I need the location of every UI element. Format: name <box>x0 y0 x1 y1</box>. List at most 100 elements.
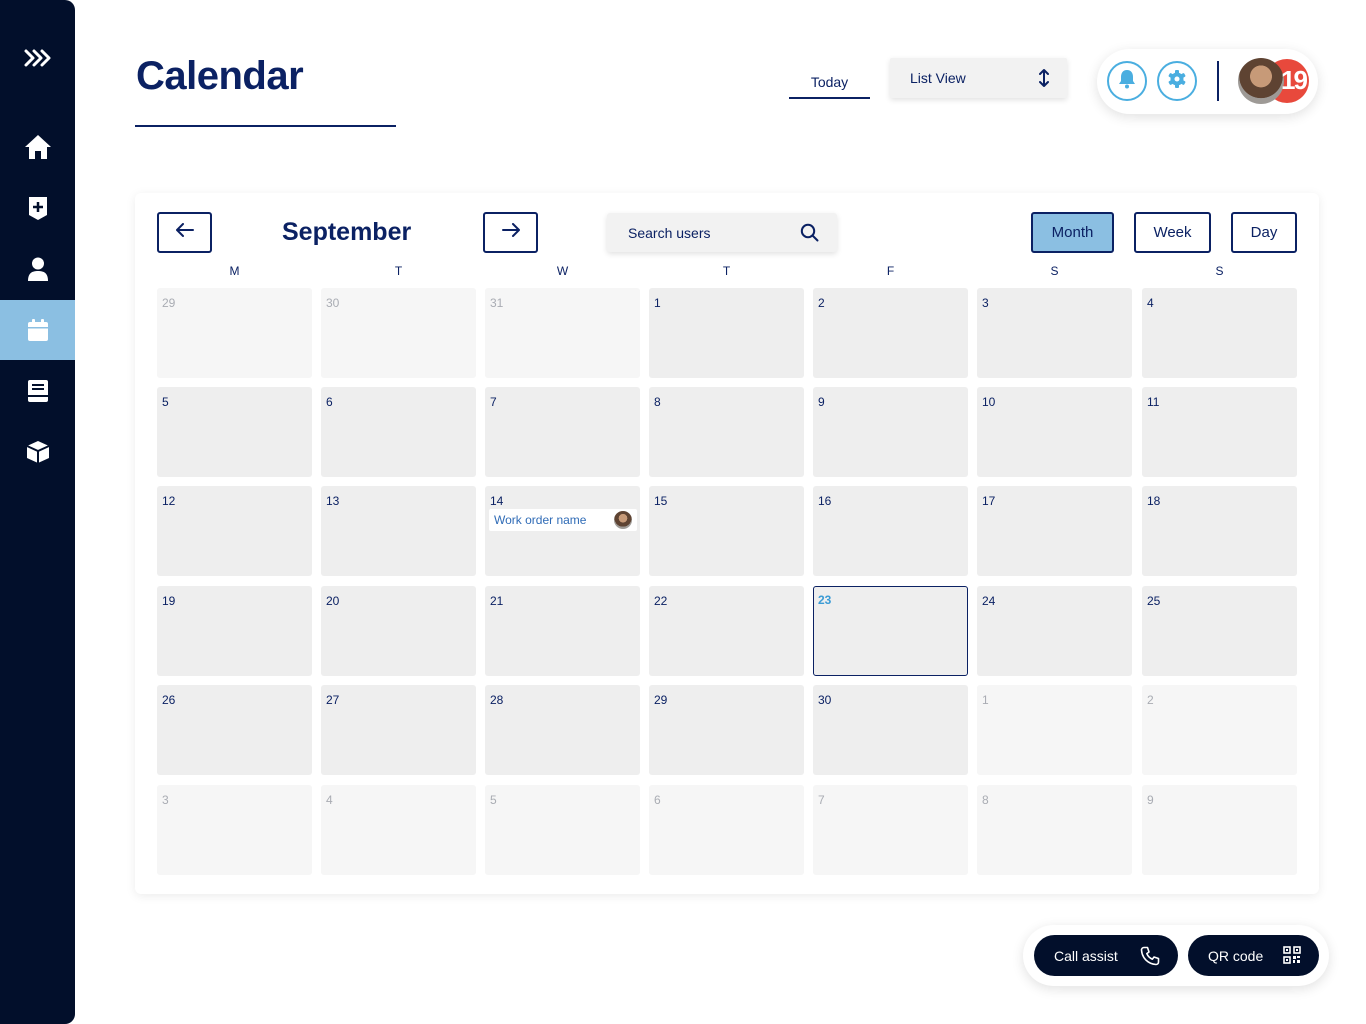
calendar-day-outside-month[interactable]: 2 <box>1142 685 1297 775</box>
day-number: 7 <box>490 395 497 409</box>
day-number: 31 <box>490 296 504 310</box>
weekday-label: M <box>229 264 240 278</box>
day-number: 28 <box>490 693 504 707</box>
calendar-day-outside-month[interactable]: 29 <box>157 288 312 378</box>
prev-month-button[interactable] <box>157 212 212 253</box>
user-avatar[interactable] <box>1238 58 1284 104</box>
sidebar <box>0 0 75 1024</box>
day-number: 1 <box>982 693 989 707</box>
sidebar-item-medical[interactable] <box>0 178 75 238</box>
calendar-day[interactable]: 27 <box>321 685 476 775</box>
calendar-day[interactable]: 14 Work order name <box>485 486 640 576</box>
search-icon[interactable] <box>800 223 819 245</box>
calendar-day-outside-month[interactable]: 3 <box>157 785 312 875</box>
calendar-day[interactable]: 6 <box>321 387 476 477</box>
day-number: 8 <box>982 793 989 807</box>
calendar-day-outside-month[interactable]: 31 <box>485 288 640 378</box>
calendar-day[interactable]: 30 <box>813 685 968 775</box>
home-icon <box>24 134 52 160</box>
sidebar-item-inventory[interactable] <box>0 422 75 482</box>
calendar-day-outside-month[interactable]: 9 <box>1142 785 1297 875</box>
settings-button[interactable] <box>1157 61 1197 101</box>
day-number: 10 <box>982 395 996 409</box>
day-number: 1 <box>654 296 661 310</box>
calendar-day[interactable]: 28 <box>485 685 640 775</box>
calendar-day[interactable]: 24 <box>977 586 1132 676</box>
event-assignee-avatar <box>614 511 632 529</box>
day-number: 23 <box>818 593 832 607</box>
app-root: Calendar Today List View 19 September Se… <box>0 0 1366 1024</box>
calendar-day[interactable]: 12 <box>157 486 312 576</box>
sidebar-item-manual[interactable] <box>0 361 75 421</box>
calendar-day-outside-month[interactable]: 6 <box>649 785 804 875</box>
day-number: 30 <box>326 296 340 310</box>
calendar-day[interactable]: 11 <box>1142 387 1297 477</box>
top-actions-divider <box>1217 61 1219 101</box>
day-number: 30 <box>818 693 832 707</box>
day-number: 25 <box>1147 594 1161 608</box>
day-view-button[interactable]: Day <box>1231 212 1297 253</box>
day-number: 9 <box>818 395 825 409</box>
day-number: 6 <box>326 395 333 409</box>
calendar-day[interactable]: 25 <box>1142 586 1297 676</box>
weekday-label: W <box>556 264 569 278</box>
view-mode-select[interactable]: List View <box>890 58 1067 98</box>
calendar-day[interactable]: 5 <box>157 387 312 477</box>
calendar-day[interactable]: 20 <box>321 586 476 676</box>
calendar-day[interactable]: 1 <box>649 288 804 378</box>
calendar-day[interactable]: 3 <box>977 288 1132 378</box>
calendar-day[interactable]: 26 <box>157 685 312 775</box>
calendar-day[interactable]: 8 <box>649 387 804 477</box>
calendar-day[interactable]: 22 <box>649 586 804 676</box>
day-number: 22 <box>654 594 668 608</box>
event-item[interactable]: Work order name <box>489 509 637 531</box>
calendar-day[interactable]: 13 <box>321 486 476 576</box>
chevrons-right-icon <box>23 48 53 68</box>
day-number: 4 <box>326 793 333 807</box>
week-view-button[interactable]: Week <box>1134 212 1211 253</box>
calendar-day[interactable]: 10 <box>977 387 1132 477</box>
calendar-day[interactable]: 7 <box>485 387 640 477</box>
calendar-day[interactable]: 17 <box>977 486 1132 576</box>
calendar-day-today[interactable]: 23 <box>813 586 968 676</box>
day-number: 5 <box>490 793 497 807</box>
sidebar-item-home[interactable] <box>0 117 75 177</box>
notifications-button[interactable] <box>1107 61 1147 101</box>
calendar-day[interactable]: 16 <box>813 486 968 576</box>
calendar-day[interactable]: 18 <box>1142 486 1297 576</box>
weekday-label: T <box>722 264 731 278</box>
top-actions-bar: 19 <box>1097 49 1318 114</box>
phone-icon <box>1140 946 1160 969</box>
calendar-day[interactable]: 15 <box>649 486 804 576</box>
calendar-day[interactable]: 21 <box>485 586 640 676</box>
arrow-right-icon <box>501 223 520 242</box>
month-view-button[interactable]: Month <box>1031 212 1114 253</box>
search-users-input[interactable] <box>628 224 788 241</box>
day-number: 20 <box>326 594 340 608</box>
next-month-button[interactable] <box>483 212 538 253</box>
notification-count: 19 <box>1281 65 1308 95</box>
calendar-day-outside-month[interactable]: 7 <box>813 785 968 875</box>
sidebar-expand-button[interactable] <box>0 28 75 88</box>
calendar-day[interactable]: 9 <box>813 387 968 477</box>
title-underline <box>135 125 396 127</box>
day-number: 21 <box>490 594 504 608</box>
calendar-day-outside-month[interactable]: 5 <box>485 785 640 875</box>
day-number: 2 <box>1147 693 1154 707</box>
sidebar-item-calendar[interactable] <box>0 300 75 360</box>
arrow-left-icon <box>175 223 194 242</box>
today-button[interactable]: Today <box>789 62 870 99</box>
sidebar-item-users[interactable] <box>0 239 75 299</box>
call-assist-button[interactable]: Call assist <box>1034 935 1178 976</box>
calendar-day-outside-month[interactable]: 30 <box>321 288 476 378</box>
day-number: 3 <box>162 793 169 807</box>
qr-code-button[interactable]: QR code <box>1188 935 1319 976</box>
calendar-day[interactable]: 19 <box>157 586 312 676</box>
calendar-day[interactable]: 4 <box>1142 288 1297 378</box>
current-month-label: September <box>282 218 412 246</box>
calendar-day[interactable]: 2 <box>813 288 968 378</box>
calendar-day-outside-month[interactable]: 1 <box>977 685 1132 775</box>
calendar-day-outside-month[interactable]: 4 <box>321 785 476 875</box>
calendar-day-outside-month[interactable]: 8 <box>977 785 1132 875</box>
calendar-day[interactable]: 29 <box>649 685 804 775</box>
